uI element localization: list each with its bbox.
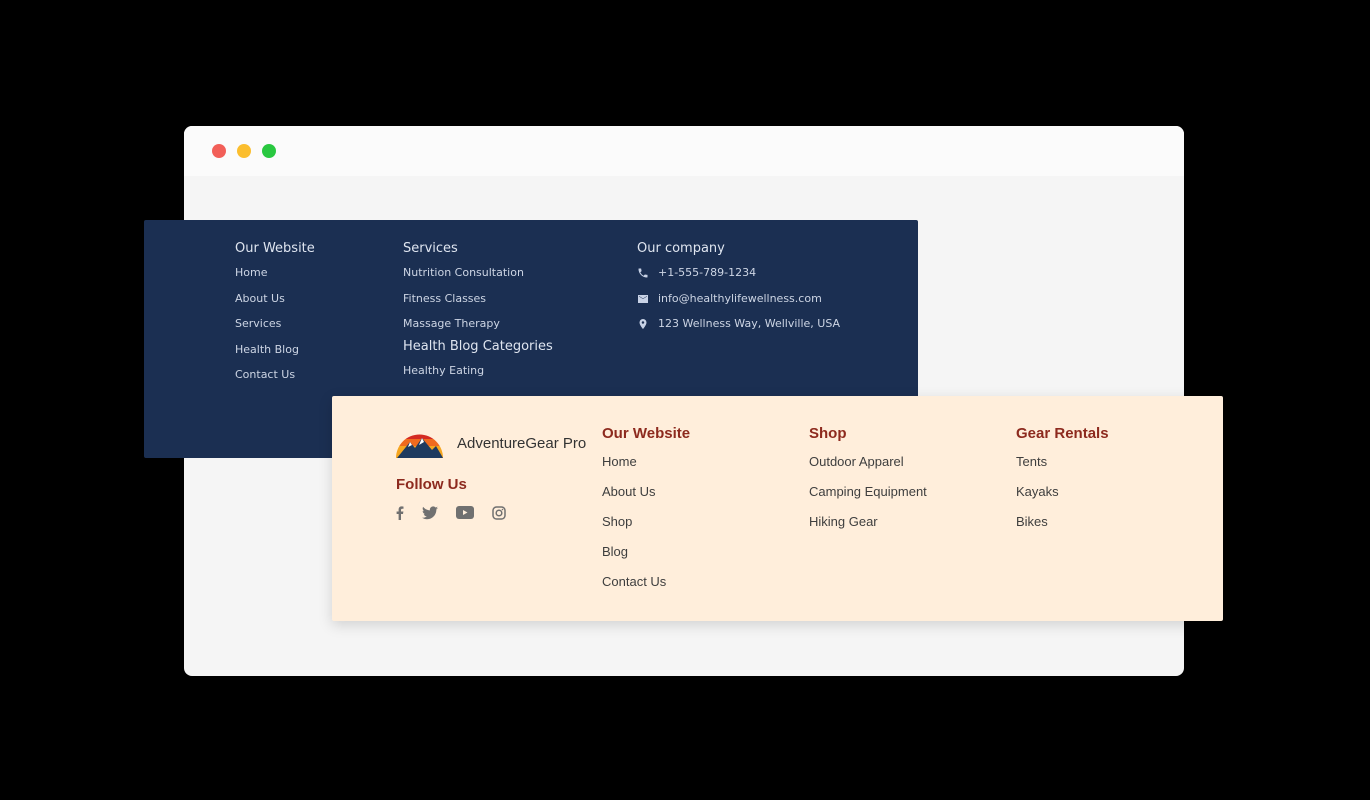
adventure-footer: AdventureGear Pro Follow Us Our Website … <box>332 396 1223 621</box>
footer-link[interactable]: Nutrition Consultation <box>403 265 553 291</box>
footer-link[interactable]: Shop <box>602 514 690 544</box>
phone-row[interactable]: +1-555-789-1234 <box>637 265 840 291</box>
email-icon <box>638 294 648 303</box>
email-text: info@healthylifewellness.com <box>658 291 822 305</box>
gear-rentals-column: Gear Rentals Tents Kayaks Bikes <box>1016 424 1109 544</box>
column-heading: Gear Rentals <box>1016 425 1109 442</box>
shop-column: Shop Outdoor Apparel Camping Equipment H… <box>809 424 927 544</box>
youtube-icon[interactable] <box>456 506 474 524</box>
address-text: 123 Wellness Way, Wellville, USA <box>658 317 841 330</box>
footer-link[interactable]: About Us <box>602 484 690 514</box>
address-row: 123 Wellness Way, Wellville, USA <box>637 316 840 342</box>
our-website-column: Our Website Home About Us Services Healt… <box>235 240 315 393</box>
email-row[interactable]: info@healthylifewellness.com <box>637 291 840 317</box>
footer-link[interactable]: Camping Equipment <box>809 484 927 514</box>
footer-link[interactable]: Health Blog <box>235 342 315 368</box>
footer-link[interactable]: Hiking Gear <box>809 514 927 544</box>
column-heading: Our Website <box>235 241 315 256</box>
footer-link[interactable]: Blog <box>602 544 690 574</box>
footer-link[interactable]: Fitness Classes <box>403 291 553 317</box>
footer-link[interactable]: Tents <box>1016 454 1109 484</box>
maximize-button[interactable] <box>262 144 276 158</box>
footer-link[interactable]: Contact Us <box>602 574 690 604</box>
column-heading: Services <box>403 241 458 256</box>
footer-link[interactable]: Services <box>235 316 315 342</box>
column-heading: Our company <box>637 241 725 256</box>
footer-link[interactable]: About Us <box>235 291 315 317</box>
phone-text: +1-555-789-1234 <box>658 266 757 279</box>
close-button[interactable] <box>212 144 226 158</box>
our-website-column: Our Website Home About Us Shop Blog Cont… <box>602 424 690 604</box>
footer-link[interactable]: Home <box>602 454 690 484</box>
instagram-icon[interactable] <box>492 506 506 525</box>
title-bar <box>184 126 1184 176</box>
mountain-logo-icon <box>396 434 443 458</box>
brand[interactable]: AdventureGear Pro <box>396 428 586 458</box>
footer-link[interactable]: Kayaks <box>1016 484 1109 514</box>
footer-link[interactable]: Massage Therapy <box>403 316 553 338</box>
twitter-icon[interactable] <box>422 506 438 525</box>
location-pin-icon <box>639 319 647 329</box>
footer-link[interactable]: Home <box>235 265 315 291</box>
footer-link[interactable]: Healthy Eating <box>403 363 553 389</box>
column-heading: Shop <box>809 425 847 442</box>
facebook-icon[interactable] <box>396 506 404 525</box>
minimize-button[interactable] <box>237 144 251 158</box>
brand-name: AdventureGear Pro <box>457 434 587 452</box>
company-column: Our company +1-555-789-1234 info@healthy… <box>637 240 840 342</box>
services-column: Services Nutrition Consultation Fitness … <box>403 240 553 389</box>
follow-heading: Follow Us <box>396 476 467 493</box>
footer-link[interactable]: Outdoor Apparel <box>809 454 927 484</box>
footer-link[interactable]: Bikes <box>1016 514 1109 544</box>
column-heading: Health Blog Categories <box>403 339 553 354</box>
phone-icon <box>638 268 648 278</box>
column-heading: Our Website <box>602 425 691 442</box>
footer-link[interactable]: Contact Us <box>235 367 315 393</box>
